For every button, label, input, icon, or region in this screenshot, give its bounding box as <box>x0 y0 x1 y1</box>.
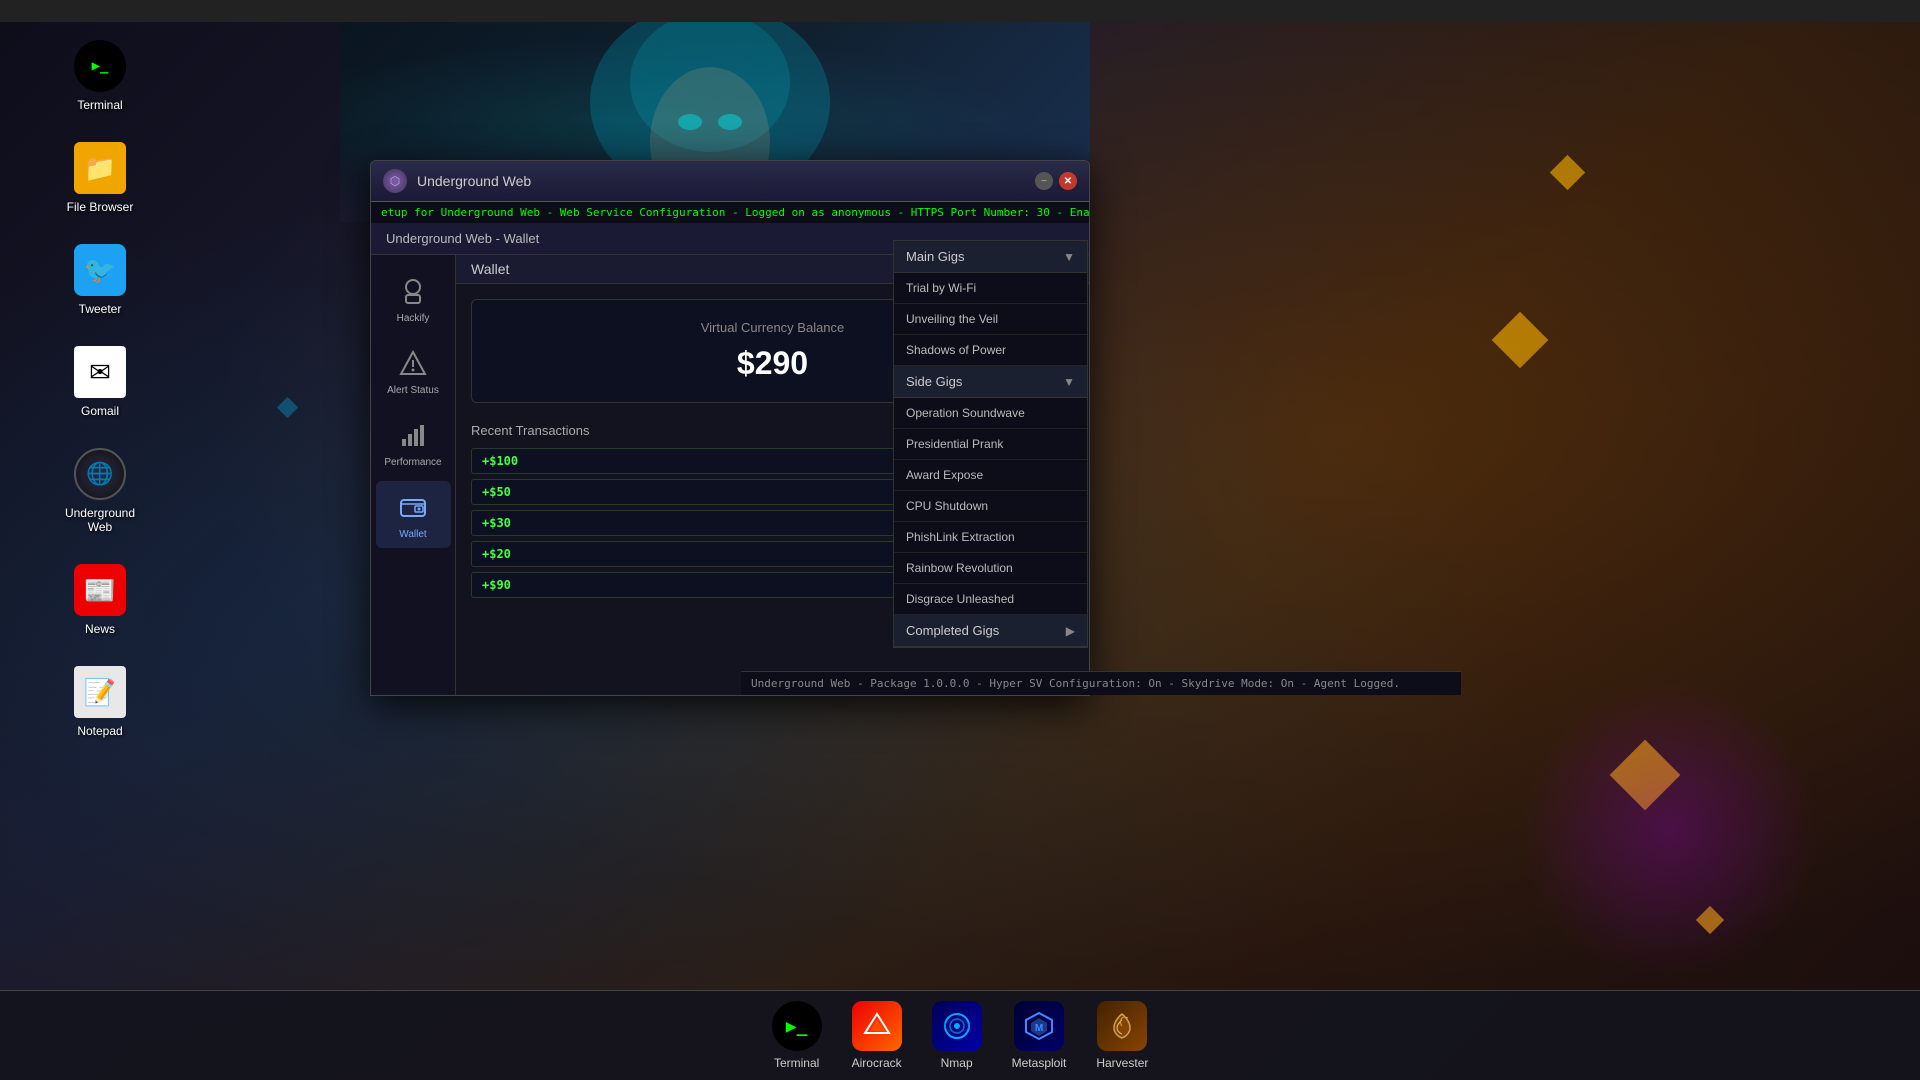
desktop-icon-notepad[interactable]: 📝 Notepad <box>60 666 140 738</box>
gig-item-cpu-shutdown[interactable]: CPU Shutdown <box>894 491 1087 522</box>
side-gigs-header[interactable]: Side Gigs ▼ <box>894 366 1087 398</box>
gig-item-presidential-prank[interactable]: Presidential Prank <box>894 429 1087 460</box>
gigs-panel: Main Gigs ▼ Trial by Wi-Fi Unveiling the… <box>893 240 1088 648</box>
tx-amount: +$50 <box>482 485 552 499</box>
taskbar-bottom: ▶_ Terminal Airocrack Nmap <box>0 990 1920 1080</box>
side-gigs-label: Side Gigs <box>906 374 962 389</box>
gig-item-rainbow-revolution[interactable]: Rainbow Revolution <box>894 553 1087 584</box>
main-gigs-label: Main Gigs <box>906 249 965 264</box>
taskbar-app-nmap[interactable]: Nmap <box>932 1001 982 1070</box>
close-button[interactable]: ✕ <box>1059 172 1077 190</box>
top-taskbar <box>0 0 1920 22</box>
desktop-icon-news[interactable]: 📰 News <box>60 564 140 636</box>
gig-item-shadows-of-power[interactable]: Shadows of Power <box>894 335 1087 366</box>
desktop-icon-tweeter[interactable]: 🐦 Tweeter <box>60 244 140 316</box>
news-icon-label: News <box>85 622 115 636</box>
taskbar-app-metasploit[interactable]: M Metasploit <box>1012 1001 1067 1070</box>
notepad-icon: 📝 <box>74 666 126 718</box>
desktop-icon-terminal[interactable]: ▶_ Terminal <box>60 40 140 112</box>
desktop-icons-container: ▶_ Terminal 📁 File Browser 🐦 Tweeter ✉ G… <box>60 40 140 738</box>
notepad-icon-label: Notepad <box>77 724 122 738</box>
side-gigs-list: Operation Soundwave Presidential Prank A… <box>894 398 1087 615</box>
window-titlebar: ⬡ Underground Web − ✕ <box>371 161 1089 202</box>
taskbar-nmap-label: Nmap <box>941 1056 973 1070</box>
gig-item-award-expose[interactable]: Award Expose <box>894 460 1087 491</box>
wallet-label: Wallet <box>399 529 426 540</box>
desktop-icon-gomail[interactable]: ✉ Gomail <box>60 346 140 418</box>
app-sidebar: Hackify Alert Status <box>371 255 456 695</box>
taskbar-metasploit-icon: M <box>1014 1001 1064 1051</box>
taskbar-terminal-icon: ▶_ <box>772 1001 822 1051</box>
underground-web-icon-label: Underground Web <box>60 506 140 534</box>
terminal-icon: ▶_ <box>74 40 126 92</box>
gig-item-operation-soundwave[interactable]: Operation Soundwave <box>894 398 1087 429</box>
taskbar-harvester-label: Harvester <box>1096 1056 1148 1070</box>
hackify-label: Hackify <box>397 313 430 324</box>
sidebar-item-hackify[interactable]: Hackify <box>376 265 451 332</box>
tweeter-icon-label: Tweeter <box>79 302 122 316</box>
taskbar-terminal-label: Terminal <box>774 1056 819 1070</box>
address-bar: etup for Underground Web - Web Service C… <box>371 202 1089 223</box>
performance-label: Performance <box>384 457 441 468</box>
underground-web-icon: 🌐 <box>74 448 126 500</box>
tx-amount: +$30 <box>482 516 552 530</box>
tweeter-icon: 🐦 <box>74 244 126 296</box>
side-gigs-expand-icon: ▼ <box>1063 375 1075 389</box>
file-browser-icon-label: File Browser <box>67 200 134 214</box>
sidebar-item-alert-status[interactable]: Alert Status <box>376 337 451 404</box>
taskbar-airocrack-icon <box>852 1001 902 1051</box>
window-title: Underground Web <box>417 173 1035 189</box>
main-gigs-expand-icon: ▼ <box>1063 250 1075 264</box>
gomail-icon: ✉ <box>74 346 126 398</box>
taskbar-harvester-icon <box>1097 1001 1147 1051</box>
gig-item-trial-by-wifi[interactable]: Trial by Wi-Fi <box>894 273 1087 304</box>
wallet-icon <box>395 489 431 525</box>
window-controls: − ✕ <box>1035 172 1077 190</box>
gomail-icon-label: Gomail <box>81 404 119 418</box>
main-gigs-list: Trial by Wi-Fi Unveiling the Veil Shadow… <box>894 273 1087 366</box>
tx-amount: +$100 <box>482 454 552 468</box>
tx-amount: +$90 <box>482 578 552 592</box>
desktop-icon-file-browser[interactable]: 📁 File Browser <box>60 142 140 214</box>
main-gigs-header[interactable]: Main Gigs ▼ <box>894 241 1087 273</box>
sidebar-item-performance[interactable]: Performance <box>376 409 451 476</box>
tx-amount: +$20 <box>482 547 552 561</box>
performance-icon <box>395 417 431 453</box>
completed-gigs-header[interactable]: Completed Gigs ▶ <box>894 615 1087 647</box>
gig-item-unveiling-the-veil[interactable]: Unveiling the Veil <box>894 304 1087 335</box>
desktop-icon-underground-web[interactable]: 🌐 Underground Web <box>60 448 140 534</box>
completed-gigs-expand-icon: ▶ <box>1066 624 1075 638</box>
alert-status-label: Alert Status <box>387 385 439 396</box>
taskbar-nmap-icon <box>932 1001 982 1051</box>
gig-item-phishlink-extraction[interactable]: PhishLink Extraction <box>894 522 1087 553</box>
news-icon: 📰 <box>74 564 126 616</box>
svg-text:M: M <box>1035 1023 1043 1034</box>
taskbar-metasploit-label: Metasploit <box>1012 1056 1067 1070</box>
terminal-icon-label: Terminal <box>77 98 122 112</box>
sidebar-item-wallet[interactable]: Wallet <box>376 481 451 548</box>
status-bar: Underground Web - Package 1.0.0.0 - Hype… <box>741 671 1461 695</box>
taskbar-app-airocrack[interactable]: Airocrack <box>852 1001 902 1070</box>
alert-status-icon <box>395 345 431 381</box>
minimize-button[interactable]: − <box>1035 172 1053 190</box>
taskbar-airocrack-label: Airocrack <box>852 1056 902 1070</box>
hackify-icon <box>395 273 431 309</box>
taskbar-app-terminal[interactable]: ▶_ Terminal <box>772 1001 822 1070</box>
completed-gigs-label: Completed Gigs <box>906 623 999 638</box>
file-browser-icon: 📁 <box>74 142 126 194</box>
window-app-icon: ⬡ <box>383 169 407 193</box>
taskbar-app-harvester[interactable]: Harvester <box>1096 1001 1148 1070</box>
gig-item-disgrace-unleashed[interactable]: Disgrace Unleashed <box>894 584 1087 615</box>
